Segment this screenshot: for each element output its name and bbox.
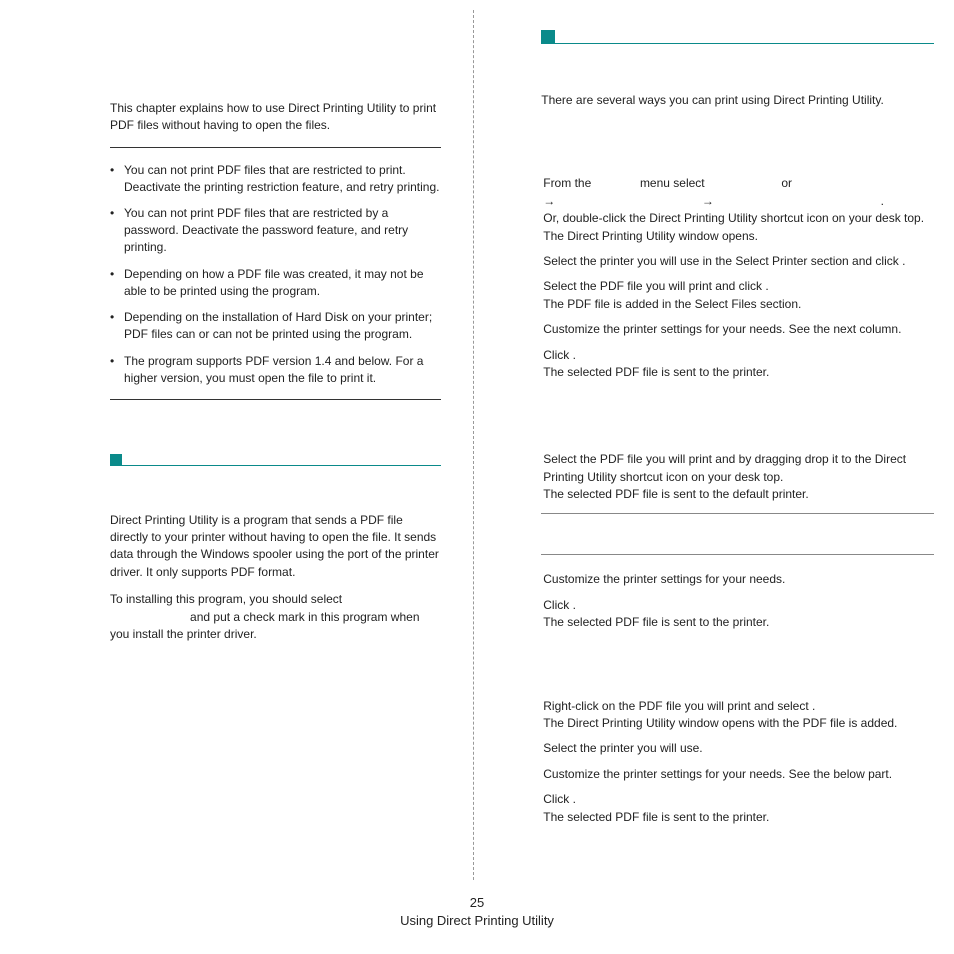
rclick-step-1: Right-click on the PDF file you will pri… — [541, 698, 934, 733]
text-run: Select the PDF file you will print and b… — [543, 451, 934, 486]
text-part: or — [781, 176, 792, 190]
column-divider — [473, 10, 474, 880]
text-run: The Direct Printing Utility window opens… — [543, 715, 934, 732]
step-5: Click . The selected PDF file is sent to… — [541, 347, 934, 382]
page-footer: 25 Using Direct Printing Utility — [0, 895, 954, 928]
text-run: Right-click on the PDF file you will pri… — [543, 698, 934, 715]
chapter-intro: This chapter explains how to use Direct … — [110, 100, 441, 135]
rclick-step-2: Select the printer you will use. — [541, 740, 934, 757]
text-run: Select the PDF file you will print and c… — [543, 278, 934, 295]
divider — [110, 147, 441, 148]
arrow-icon: → — [543, 194, 555, 208]
shortcut-step-1: Select the PDF file you will print and b… — [541, 451, 934, 503]
text-run: → → . — [543, 193, 934, 210]
caution-list: You can not print PDF files that are res… — [110, 162, 441, 387]
text-run: Click . — [543, 347, 934, 364]
text-run: The selected PDF file is sent to the pri… — [543, 809, 934, 826]
bullet-item: You can not print PDF files that are res… — [110, 205, 441, 255]
printing-intro: There are several ways you can print usi… — [541, 92, 934, 109]
arrow-icon: → — [702, 194, 714, 208]
text-part: . — [881, 194, 884, 208]
footer-title: Using Direct Printing Utility — [0, 913, 954, 928]
step-1: From the menu select or → → . Or, double… — [541, 175, 934, 245]
divider — [110, 399, 441, 400]
text-run: The selected PDF file is sent to the pri… — [543, 364, 934, 381]
text-run: The Direct Printing Utility window opens… — [543, 228, 934, 245]
rclick-step-4: Click . The selected PDF file is sent to… — [541, 791, 934, 826]
step-2: Select the printer you will use in the S… — [541, 253, 934, 270]
step-4: Customize the printer settings for your … — [541, 321, 934, 338]
section-heading-bar — [541, 30, 934, 44]
divider — [541, 513, 934, 514]
text-run: Click . — [543, 597, 934, 614]
bullet-item: Depending on how a PDF file was created,… — [110, 266, 441, 300]
bullet-item: You can not print PDF files that are res… — [110, 162, 441, 196]
text-run: From the menu select or — [543, 176, 792, 190]
rclick-step-3: Customize the printer settings for your … — [541, 766, 934, 783]
overview-paragraph-1: Direct Printing Utility is a program tha… — [110, 512, 441, 582]
page-number: 25 — [0, 895, 954, 910]
text-run: To installing this program, you should s… — [110, 592, 342, 606]
text-run: The PDF file is added in the Select File… — [543, 296, 934, 313]
divider — [541, 554, 934, 555]
text-run: Click . — [543, 791, 934, 808]
text-run: and put a check mark in this program whe… — [110, 610, 420, 641]
text-part: From the — [543, 176, 591, 190]
text-run: Or, double-click the Direct Printing Uti… — [543, 210, 934, 227]
text-run: The selected PDF file is sent to the def… — [543, 486, 934, 503]
section-heading-bar — [110, 454, 441, 466]
shortcut-step-2: Customize the printer settings for your … — [541, 571, 934, 588]
left-column: This chapter explains how to use Direct … — [20, 30, 461, 880]
right-column: There are several ways you can print usi… — [476, 30, 934, 880]
bullet-item: The program supports PDF version 1.4 and… — [110, 353, 441, 387]
text-part: menu select — [640, 176, 705, 190]
shortcut-step-3: Click . The selected PDF file is sent to… — [541, 597, 934, 632]
bullet-item: Depending on the installation of Hard Di… — [110, 309, 441, 343]
text-run: The selected PDF file is sent to the pri… — [543, 614, 934, 631]
step-3: Select the PDF file you will print and c… — [541, 278, 934, 313]
overview-paragraph-2: To installing this program, you should s… — [110, 591, 441, 643]
